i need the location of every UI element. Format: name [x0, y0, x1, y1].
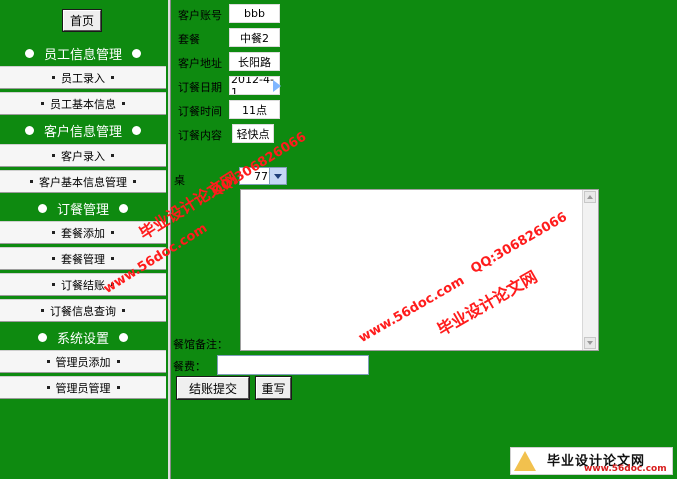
scrollbar[interactable] — [582, 190, 598, 350]
section-label: 客户信息管理 — [43, 124, 122, 140]
sidebar-item-customer-entry[interactable]: 客户录入 — [0, 144, 166, 167]
sidebar-item-label: 客户录入 — [61, 149, 105, 163]
bullet-icon — [132, 125, 141, 135]
square-bullet-icon — [122, 102, 125, 105]
sidebar-item-order-query[interactable]: 订餐信息查询 — [0, 299, 166, 322]
square-bullet-icon — [111, 154, 114, 157]
reset-button[interactable]: 重写 — [255, 376, 292, 400]
square-bullet-icon — [111, 76, 114, 79]
sidebar-item-add-admin[interactable]: 管理员添加 — [0, 350, 166, 373]
logo-url: www.56doc.com — [584, 464, 667, 474]
sidebar-item-label: 管理员管理 — [55, 381, 111, 395]
bullet-icon — [24, 48, 34, 58]
sidebar-item-label: 客户基本信息管理 — [39, 175, 127, 189]
square-bullet-icon — [116, 386, 120, 389]
order-time-value: 11点 — [229, 100, 280, 119]
set-meal-label: 套餐 — [178, 33, 200, 46]
section-label: 系统设置 — [56, 331, 109, 347]
arrow-right-icon — [273, 80, 281, 92]
order-date-label: 订餐日期 — [178, 81, 222, 94]
section-label: 员工信息管理 — [43, 47, 122, 63]
set-meal-value: 中餐2 — [229, 28, 280, 47]
customer-account-label: 客户账号 — [178, 9, 222, 22]
fee-label: 餐费： — [173, 360, 206, 373]
sidebar-item-label: 订餐信息查询 — [50, 304, 116, 318]
customer-account-value: bbb — [229, 4, 280, 23]
square-bullet-icon — [52, 257, 55, 260]
square-bullet-icon — [46, 386, 50, 389]
sidebar: 首页 员工信息管理 员工录入 员工基本信息 客户信息管理 客户录入 客户基本信息… — [0, 0, 166, 479]
order-content-label: 订餐内容 — [178, 129, 222, 142]
sidebar-item-customer-basic-info[interactable]: 客户基本信息管理 — [0, 170, 166, 193]
square-bullet-icon — [46, 360, 50, 363]
bullet-icon — [24, 125, 34, 135]
section-employee-info: 员工信息管理 — [0, 42, 166, 64]
square-bullet-icon — [41, 309, 44, 312]
bullet-icon — [132, 48, 141, 58]
section-system-settings: 系统设置 — [0, 326, 166, 348]
square-bullet-icon — [52, 231, 55, 234]
table-label: 桌 — [174, 174, 185, 187]
section-order-management: 订餐管理 — [0, 197, 166, 219]
sidebar-item-label: 员工基本信息 — [50, 97, 116, 111]
remark-textarea[interactable] — [240, 189, 599, 351]
submit-checkout-button[interactable]: 结账提交 — [176, 376, 250, 400]
order-time-label: 订餐时间 — [178, 105, 222, 118]
square-bullet-icon — [133, 180, 136, 183]
scroll-down-icon[interactable] — [584, 337, 596, 349]
square-bullet-icon — [52, 283, 55, 286]
square-bullet-icon — [122, 309, 125, 312]
section-customer-info: 客户信息管理 — [0, 119, 166, 141]
order-content-value: 轻快点 — [232, 124, 274, 143]
bullet-icon — [37, 332, 47, 342]
square-bullet-icon — [52, 154, 55, 157]
bullet-icon — [119, 332, 128, 342]
logo-emblem-icon — [514, 451, 536, 471]
square-bullet-icon — [41, 102, 44, 105]
bullet-icon — [119, 203, 128, 213]
square-bullet-icon — [30, 180, 33, 183]
home-button[interactable]: 首页 — [62, 9, 102, 32]
sidebar-item-employee-entry[interactable]: 员工录入 — [0, 66, 166, 89]
sidebar-item-label: 管理员添加 — [55, 355, 111, 369]
chevron-down-icon[interactable] — [269, 168, 286, 184]
square-bullet-icon — [116, 360, 120, 363]
sidebar-item-label: 套餐添加 — [61, 226, 105, 240]
sidebar-item-employee-basic-info[interactable]: 员工基本信息 — [0, 92, 166, 115]
fee-input[interactable] — [217, 355, 369, 375]
sidebar-item-label: 员工录入 — [61, 71, 105, 85]
site-logo: 毕业设计论文网 www.56doc.com — [510, 447, 673, 475]
bullet-icon — [37, 203, 47, 213]
customer-address-value: 长阳路 — [229, 52, 280, 71]
scroll-up-icon[interactable] — [584, 191, 596, 203]
sidebar-item-admin-management[interactable]: 管理员管理 — [0, 376, 166, 399]
customer-address-label: 客户地址 — [178, 57, 222, 70]
section-label: 订餐管理 — [56, 202, 109, 218]
remark-label: 餐馆备注： — [173, 338, 228, 351]
sidebar-item-label: 套餐管理 — [61, 252, 105, 266]
square-bullet-icon — [52, 76, 55, 79]
square-bullet-icon — [111, 231, 114, 234]
sidebar-item-label: 订餐结账 — [61, 278, 105, 292]
square-bullet-icon — [111, 257, 114, 260]
